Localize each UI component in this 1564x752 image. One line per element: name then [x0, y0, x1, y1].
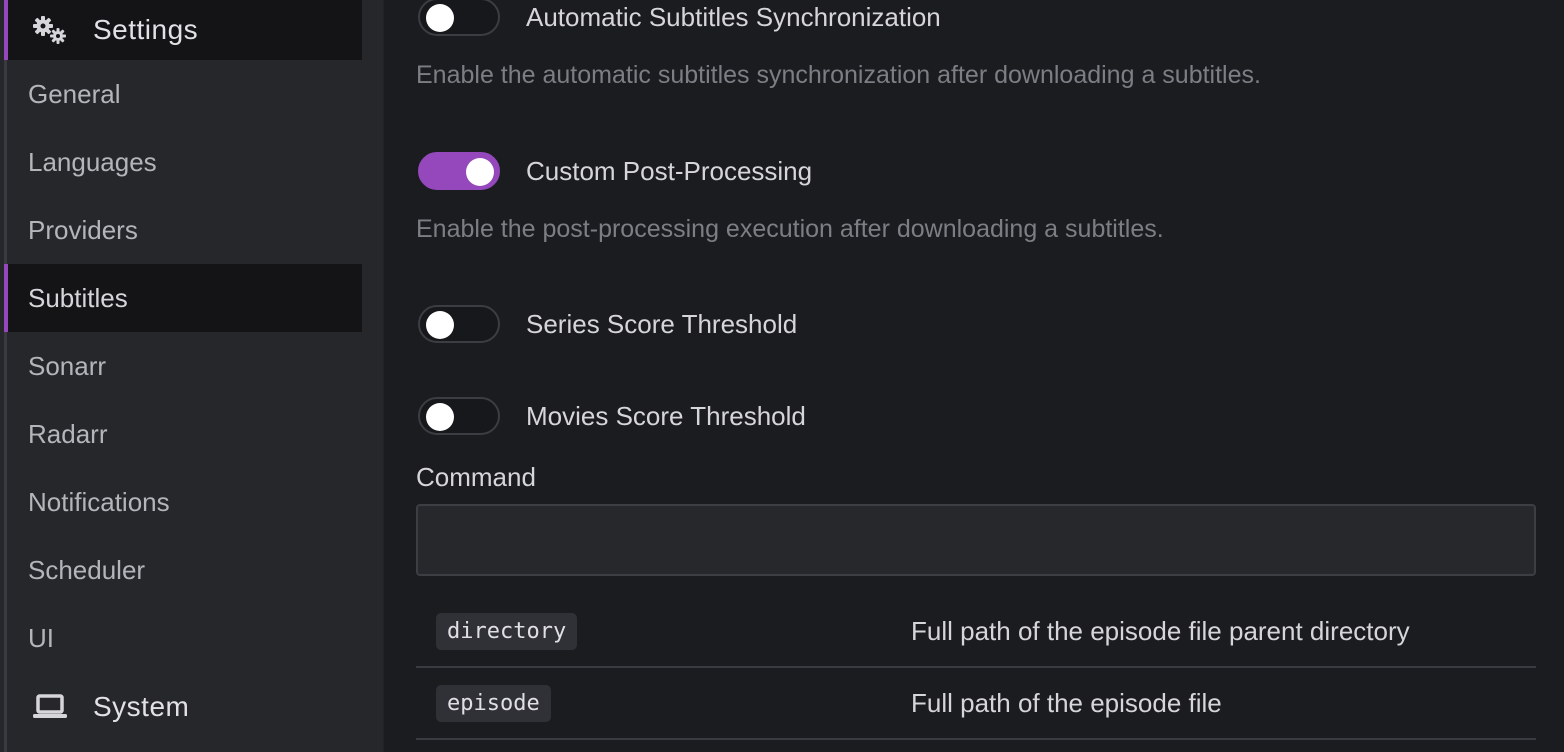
variable-description: Full path of the episode file	[911, 687, 1222, 718]
sidebar-item-languages[interactable]: Languages	[7, 128, 362, 196]
variable-name: episode	[436, 684, 551, 722]
post-processing-description: Enable the post-processing execution aft…	[416, 215, 1164, 243]
gears-icon	[32, 15, 68, 45]
sidebar-item-label: Providers	[28, 214, 138, 245]
active-section-indicator	[4, 0, 8, 60]
table-row: episode Full path of the episode file	[416, 668, 1536, 740]
sidebar-item-label: Subtitles	[28, 282, 128, 313]
sidebar-item-radarr[interactable]: Radarr	[7, 400, 362, 468]
post-processing-label: Custom Post-Processing	[526, 155, 813, 186]
sidebar-item-general[interactable]: General	[7, 60, 362, 128]
variables-table: directory Full path of the episode file …	[416, 596, 1536, 740]
system-section-label: System	[93, 691, 190, 722]
sidebar-item-label: Radarr	[28, 418, 108, 449]
series-threshold-toggle[interactable]	[418, 305, 500, 343]
laptop-icon	[32, 692, 68, 722]
auto-sync-toggle[interactable]	[418, 0, 500, 36]
sidebar-item-subtitles[interactable]: Subtitles	[4, 264, 362, 332]
sidebar-item-label: Sonarr	[28, 350, 107, 381]
series-threshold-label: Series Score Threshold	[526, 308, 798, 339]
command-label: Command	[416, 462, 536, 492]
toggle-knob	[426, 4, 454, 32]
post-processing-toggle[interactable]	[418, 152, 500, 190]
sidebar-section-system[interactable]: System	[7, 676, 362, 738]
command-input[interactable]	[416, 504, 1536, 576]
variable-description: Full path of the episode file parent dir…	[911, 615, 1410, 646]
auto-sync-description: Enable the automatic subtitles synchroni…	[416, 61, 1261, 89]
main-content: Automatic Subtitles Synchronization Enab…	[384, 0, 1564, 752]
sidebar-item-label: Languages	[28, 146, 157, 177]
active-item-indicator	[4, 264, 8, 332]
sidebar-section-settings[interactable]: Settings	[4, 0, 362, 60]
sidebar: Settings General Languages Providers Sub…	[0, 0, 384, 752]
sidebar-item-notifications[interactable]: Notifications	[7, 468, 362, 536]
auto-sync-label: Automatic Subtitles Synchronization	[526, 1, 941, 32]
toggle-knob	[426, 311, 454, 339]
post-processing-setting: Custom Post-Processing	[418, 150, 812, 192]
sidebar-item-scheduler[interactable]: Scheduler	[7, 536, 362, 604]
table-row: directory Full path of the episode file …	[416, 596, 1536, 668]
sidebar-item-providers[interactable]: Providers	[7, 196, 362, 264]
settings-section-label: Settings	[93, 14, 199, 45]
sidebar-item-label: Scheduler	[28, 554, 146, 585]
sidebar-item-label: UI	[28, 622, 54, 653]
toggle-knob	[426, 403, 454, 431]
sidebar-item-label: Notifications	[28, 486, 170, 517]
movies-threshold-toggle[interactable]	[418, 397, 500, 435]
movies-threshold-setting: Movies Score Threshold	[418, 395, 806, 437]
movies-threshold-label: Movies Score Threshold	[526, 400, 806, 431]
app-window: Settings General Languages Providers Sub…	[0, 0, 1564, 752]
series-threshold-setting: Series Score Threshold	[418, 303, 797, 345]
toggle-knob	[466, 158, 494, 186]
sidebar-item-sonarr[interactable]: Sonarr	[7, 332, 362, 400]
variable-name: directory	[436, 612, 578, 650]
sidebar-item-label: General	[28, 78, 121, 109]
sidebar-item-ui[interactable]: UI	[7, 604, 362, 672]
auto-sync-setting: Automatic Subtitles Synchronization	[418, 0, 941, 38]
